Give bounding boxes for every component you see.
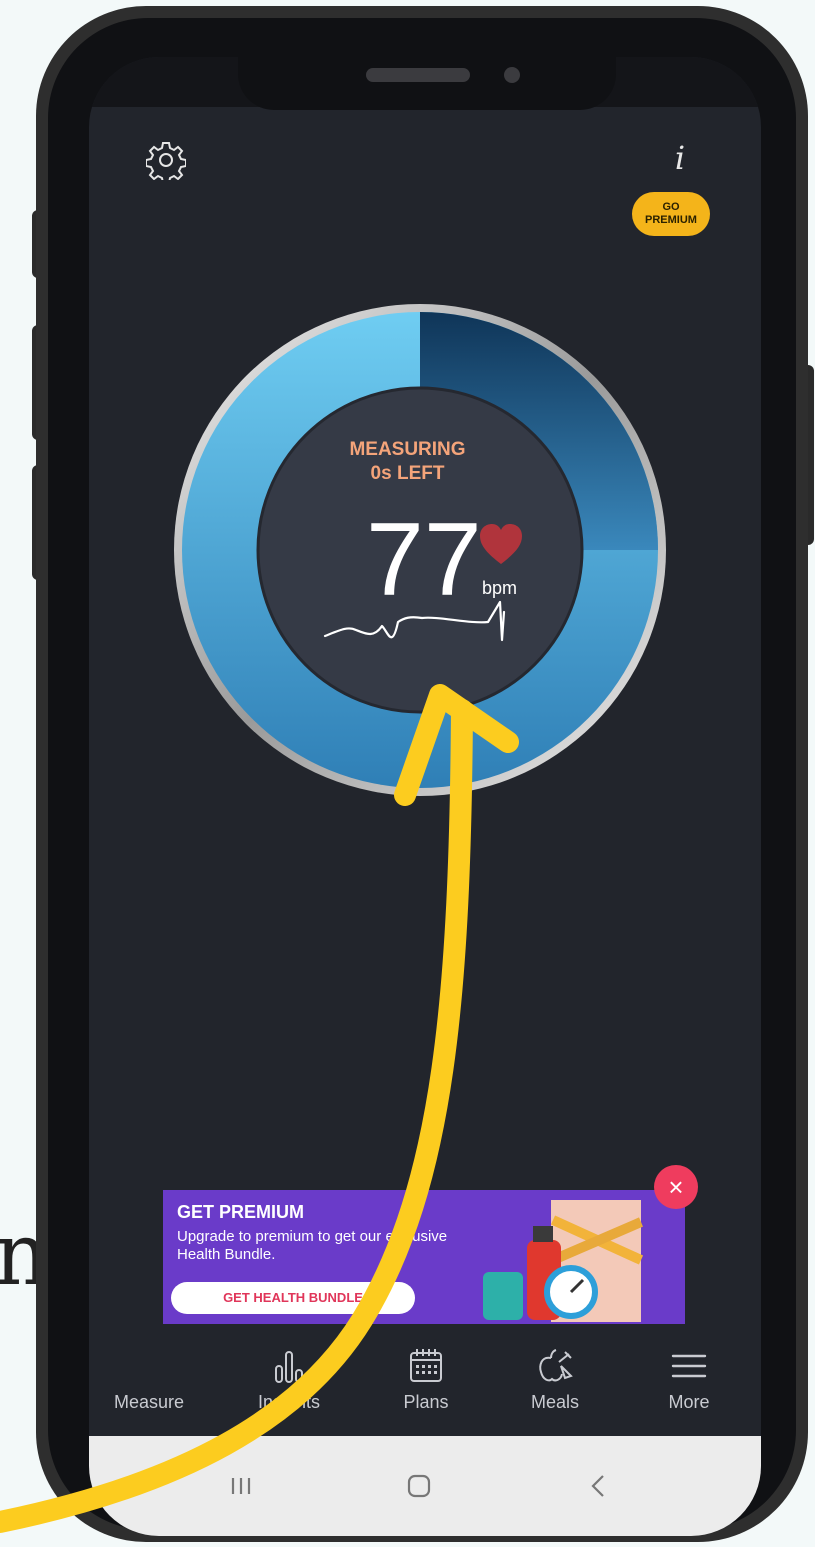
premium-promo-banner[interactable]: GET PREMIUM Upgrade to premium to get ou… [163,1190,685,1324]
speaker-grille [366,68,470,82]
go-premium-line2: PREMIUM [645,214,697,226]
gear-icon[interactable] [146,140,186,180]
bpm-value: 77 [366,502,482,618]
bottom-tab-bar: Measure Insights Plans Meals More [89,1340,761,1436]
measuring-status: MEASURING 0s LEFT [0,438,815,486]
tab-meals-label: Meals [530,1392,579,1412]
go-premium-line1: GO [662,201,680,213]
bpm-unit: bpm [482,578,518,598]
recent-apps-icon[interactable] [221,1466,261,1506]
back-icon[interactable] [579,1466,619,1506]
calendar-icon [410,1349,442,1382]
tab-insights[interactable]: Insights [229,1346,349,1428]
tab-insights-label: Insights [257,1392,321,1412]
promo-title: GET PREMIUM [177,1202,305,1222]
tab-meals[interactable]: Meals [495,1346,615,1428]
front-camera [504,67,520,83]
go-premium-button[interactable]: GO PREMIUM [632,192,710,236]
tab-more[interactable]: More [629,1346,749,1428]
promo-body: Upgrade to premium to get our exclusive … [177,1228,448,1263]
tab-plans-label: Plans [403,1392,449,1412]
health-bundle-illustration [483,1200,644,1322]
status-label: MEASURING [349,439,466,460]
tab-measure-label: Measure [113,1392,185,1412]
menu-icon [671,1354,707,1378]
home-icon[interactable] [399,1466,439,1506]
bar-chart-icon [275,1351,303,1383]
heart-icon [480,524,522,564]
promo-close-button[interactable]: × [654,1165,698,1209]
info-icon[interactable]: i [668,138,692,178]
heart-icon [129,1348,169,1384]
time-left-label: 0s LEFT [370,463,445,484]
tab-more-label: More [668,1392,710,1412]
apple-carrot-icon [539,1349,573,1382]
system-navigation-bar [89,1436,761,1536]
tab-measure[interactable]: Measure [89,1346,209,1428]
tab-plans[interactable]: Plans [366,1346,486,1428]
get-health-bundle-button[interactable]: GET HEALTH BUNDLE [171,1282,415,1314]
